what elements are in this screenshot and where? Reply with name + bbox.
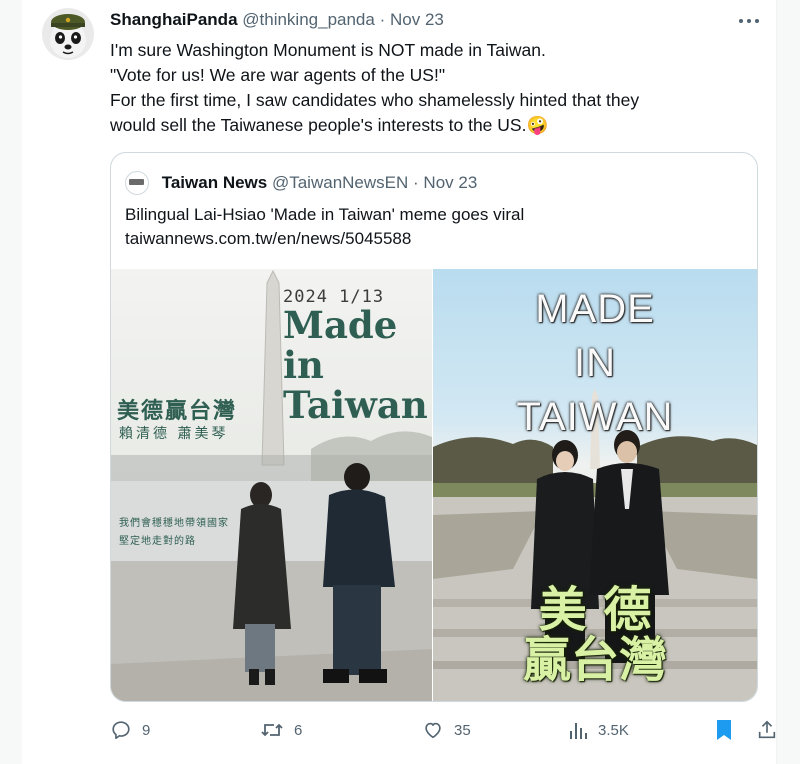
quoted-author-name[interactable]: Taiwan News bbox=[162, 173, 268, 192]
tweet-date[interactable]: Nov 23 bbox=[390, 10, 444, 29]
views-icon bbox=[570, 723, 587, 739]
share-button[interactable] bbox=[756, 714, 778, 746]
poster-small-line: 我們會穩穩地帶領國家 bbox=[119, 518, 229, 529]
separator: · bbox=[413, 173, 419, 192]
quoted-tweet-card[interactable]: Taiwan News @TaiwanNewsEN · Nov 23 Bilin… bbox=[110, 152, 758, 702]
avatar[interactable] bbox=[42, 8, 94, 60]
emoji: 🤪 bbox=[526, 115, 549, 135]
author-handle[interactable]: @thinking_panda bbox=[242, 10, 375, 29]
meme-image-right[interactable]: MADE IN TAIWAN 美 德 贏台灣 bbox=[433, 269, 757, 701]
right-gutter bbox=[776, 0, 800, 764]
bookmark-button[interactable] bbox=[714, 714, 734, 746]
retweet-icon bbox=[261, 723, 283, 737]
poster-made-word: Made bbox=[283, 303, 398, 347]
share-icon bbox=[758, 720, 776, 739]
separator: · bbox=[379, 10, 386, 29]
tweet-line: I'm sure Washington Monument is NOT made… bbox=[110, 40, 546, 60]
meme-in-word: IN bbox=[574, 341, 616, 385]
tweet-header: ShanghaiPanda @thinking_panda · Nov 23 bbox=[110, 10, 760, 32]
more-horizontal-icon bbox=[739, 19, 759, 23]
poster-made-in-taiwan: Made in Taiwan bbox=[283, 305, 428, 425]
poster-slogan: 美德贏台灣 bbox=[117, 398, 238, 424]
reply-icon bbox=[112, 721, 130, 740]
panda-avatar-image bbox=[42, 8, 94, 60]
like-icon bbox=[425, 722, 441, 739]
meme-made-word: MADE bbox=[535, 287, 655, 331]
tweet-line-last: would sell the Taiwanese people's intere… bbox=[110, 113, 760, 138]
quoted-date[interactable]: Nov 23 bbox=[423, 173, 477, 192]
reply-count: 9 bbox=[142, 721, 151, 739]
poster-small-line: 堅定地走對的路 bbox=[119, 536, 196, 547]
like-button[interactable]: 35 bbox=[422, 714, 471, 746]
meme-cn-line-2: 贏台灣 bbox=[522, 632, 667, 688]
meme-taiwan-word: TAIWAN bbox=[516, 395, 674, 439]
reply-button[interactable]: 9 bbox=[110, 714, 150, 746]
bookmark-icon bbox=[717, 720, 731, 740]
more-button[interactable] bbox=[734, 8, 764, 34]
views-count: 3.5K bbox=[598, 721, 629, 739]
tweet-text: I'm sure Washington Monument is NOT made… bbox=[110, 38, 760, 138]
quoted-author-handle[interactable]: @TaiwanNewsEN bbox=[272, 173, 408, 192]
tweet-line: would sell the Taiwanese people's intere… bbox=[110, 115, 527, 135]
tweet-line: "Vote for us! We are war agents of the U… bbox=[110, 65, 446, 85]
views-button[interactable]: 3.5K bbox=[568, 714, 629, 746]
quoted-tweet-header: Taiwan News @TaiwanNewsEN · Nov 23 bbox=[125, 171, 477, 195]
poster-small-text: 我們會穩穩地帶領國家 堅定地走對的路 bbox=[119, 515, 229, 551]
meme-cn-line-1: 美 德 bbox=[538, 582, 652, 638]
retweet-button[interactable]: 6 bbox=[260, 714, 302, 746]
poster-taiwan-word: Taiwan bbox=[283, 383, 428, 427]
poster-image-left[interactable]: 2024 1/13 Made in Taiwan 美德贏台灣 賴清德 蕭美琴 我… bbox=[111, 269, 432, 701]
tweet[interactable]: ShanghaiPanda @thinking_panda · Nov 23 I… bbox=[22, 0, 776, 764]
poster-in-word: in bbox=[283, 343, 324, 387]
retweet-count: 6 bbox=[294, 721, 303, 739]
like-count: 35 bbox=[454, 721, 471, 739]
taiwan-news-logo-icon bbox=[125, 171, 149, 195]
tweet-line: For the first time, I saw candidates who… bbox=[110, 90, 640, 110]
left-gutter bbox=[0, 0, 22, 764]
poster-names: 賴清德 蕭美琴 bbox=[119, 426, 229, 442]
action-bar: 9 6 35 3.5K bbox=[110, 714, 776, 746]
author-name[interactable]: ShanghaiPanda bbox=[110, 10, 238, 29]
quoted-text-title: Bilingual Lai-Hsiao 'Made in Taiwan' mem… bbox=[125, 205, 525, 224]
quoted-link[interactable]: taiwannews.com.tw/en/news/5045588 bbox=[125, 227, 411, 251]
